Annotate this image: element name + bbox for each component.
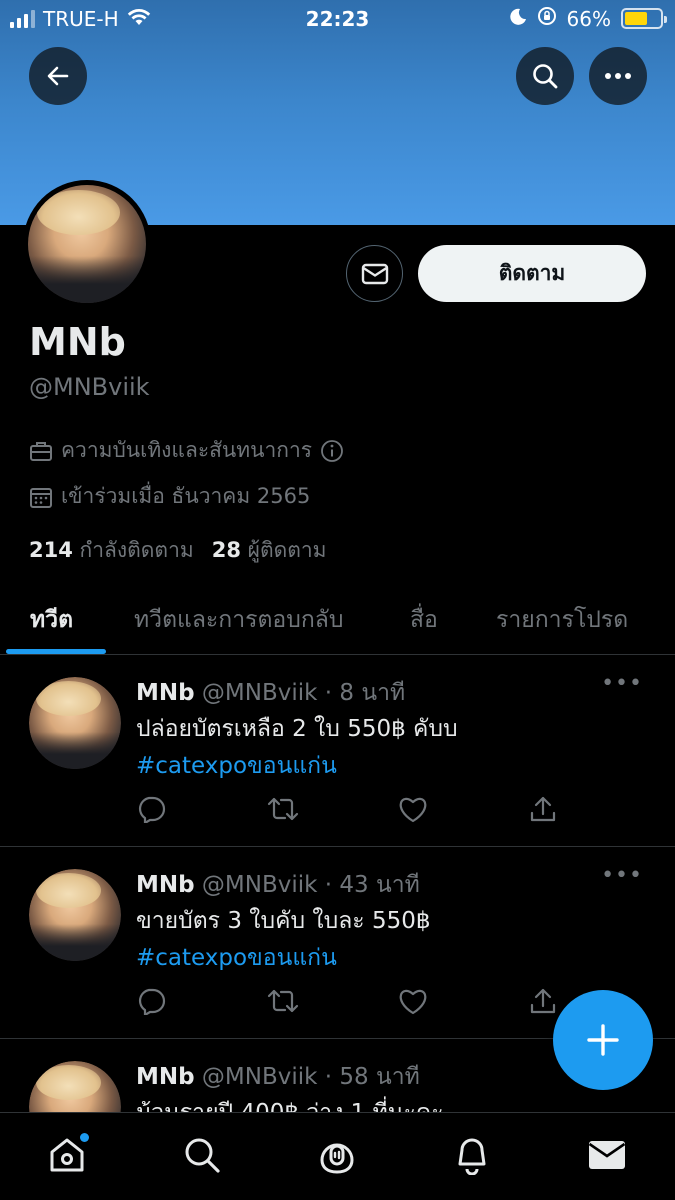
nav-home[interactable] xyxy=(45,1133,89,1177)
tweet-hashtag[interactable]: #catexpoขอนแก่น xyxy=(136,748,337,784)
tweet-more-button[interactable]: ••• xyxy=(601,863,643,888)
envelope-icon xyxy=(588,1141,626,1169)
heart-icon[interactable] xyxy=(398,795,428,823)
retweet-icon[interactable] xyxy=(267,987,299,1015)
tweet-avatar[interactable] xyxy=(29,677,121,769)
message-button[interactable] xyxy=(346,245,403,302)
search-icon xyxy=(533,64,558,89)
profile-avatar[interactable] xyxy=(23,180,151,308)
nav-messages[interactable] xyxy=(585,1133,629,1177)
followers-label: ผู้ติดตาม xyxy=(247,538,327,562)
avatar-image xyxy=(28,185,146,303)
share-icon[interactable] xyxy=(529,795,557,823)
heart-icon[interactable] xyxy=(398,987,428,1015)
nav-notifications[interactable] xyxy=(450,1133,494,1177)
nav-spaces[interactable] xyxy=(315,1133,359,1177)
arrow-left-icon xyxy=(47,66,69,86)
tab-tweets-and-replies[interactable]: ทวีตและการตอบกลับ xyxy=(134,602,343,638)
tweet-time: · 43 นาที xyxy=(324,872,420,898)
tweet-time: · 58 นาที xyxy=(324,1064,420,1090)
active-tab-indicator xyxy=(6,649,106,654)
tweet-text: ขายบัตร 3 ใบคับ ใบละ 550฿ xyxy=(136,908,431,934)
profile-handle: @MNBviik xyxy=(29,373,150,401)
calendar-icon xyxy=(30,487,52,508)
following-label: กำลังติดตาม xyxy=(79,538,194,562)
tweet-text: ปล่อยบัตรเหลือ 2 ใบ 550฿ คับบ xyxy=(136,716,458,742)
back-button[interactable] xyxy=(29,47,87,105)
follow-stats: 214 กำลังติดตาม 28 ผู้ติดตาม xyxy=(29,534,327,567)
profile-name: MNb xyxy=(29,320,126,364)
status-right: 66% xyxy=(509,6,667,31)
envelope-icon xyxy=(361,263,388,284)
tab-likes[interactable]: รายการโปรด xyxy=(496,602,628,638)
following-link[interactable]: 214 กำลังติดตาม xyxy=(29,534,194,567)
tab-tweets[interactable]: ทวีต xyxy=(30,602,73,638)
tweet-hashtag[interactable]: #catexpoขอนแก่น xyxy=(136,940,337,976)
plus-icon xyxy=(587,1024,619,1056)
tweet-header: MNb @MNBviik · 43 นาที xyxy=(136,867,420,903)
tweet-author-name[interactable]: MNb xyxy=(136,872,195,898)
tweet-actions xyxy=(136,987,566,1017)
follow-button[interactable]: ติดตาม xyxy=(418,245,646,302)
followers-link[interactable]: 28 ผู้ติดตาม xyxy=(212,534,327,567)
category-row: ความบันเทิงและสันทนาการ xyxy=(29,434,344,467)
avatar-image xyxy=(29,677,121,769)
briefcase-icon xyxy=(30,441,52,461)
moon-icon xyxy=(509,7,527,31)
joined-label: เข้าร่วมเมื่อ ธันวาคม 2565 xyxy=(61,484,311,508)
tweet-more-button[interactable]: ••• xyxy=(601,671,643,696)
tweet-avatar[interactable] xyxy=(29,869,121,961)
followers-count: 28 xyxy=(211,538,241,562)
battery-icon xyxy=(621,8,667,29)
reply-icon[interactable] xyxy=(136,795,166,823)
spaces-microphone-icon xyxy=(320,1143,354,1174)
tweet-author-name[interactable]: MNb xyxy=(136,1064,195,1090)
tweet-time: · 8 นาที xyxy=(324,680,406,706)
orientation-lock-icon xyxy=(537,6,557,31)
more-options-button[interactable] xyxy=(589,47,647,105)
tweet-actions xyxy=(136,795,566,825)
avatar-image xyxy=(29,869,121,961)
tweet[interactable]: MNb @MNBviik · 8 นาที ••• ปล่อยบัตรเหลือ… xyxy=(0,655,675,847)
status-bar: TRUE-H 22:23 66% xyxy=(0,0,675,38)
tweet-author-name[interactable]: MNb xyxy=(136,680,195,706)
more-horizontal-icon xyxy=(605,73,631,79)
bottom-navigation xyxy=(0,1112,675,1200)
bell-icon xyxy=(458,1138,486,1175)
retweet-icon[interactable] xyxy=(267,795,299,823)
nav-search[interactable] xyxy=(180,1133,224,1177)
share-icon[interactable] xyxy=(529,987,557,1015)
reply-icon[interactable] xyxy=(136,987,166,1015)
tweet-author-handle: @MNBviik xyxy=(201,1064,318,1090)
search-icon xyxy=(185,1138,220,1173)
tweet-author-handle: @MNBviik xyxy=(201,680,318,706)
notification-dot xyxy=(80,1133,89,1142)
tweet-author-handle: @MNBviik xyxy=(201,872,318,898)
profile-tabs: ทวีต ทวีตและการตอบกลับ สื่อ รายการโปรด xyxy=(0,588,675,655)
info-icon[interactable] xyxy=(320,439,344,463)
battery-percent: 66% xyxy=(566,6,611,31)
search-button[interactable] xyxy=(516,47,574,105)
following-count: 214 xyxy=(29,538,73,562)
category-label: ความบันเทิงและสันทนาการ xyxy=(61,438,313,462)
tab-media[interactable]: สื่อ xyxy=(410,602,438,638)
compose-tweet-button[interactable] xyxy=(553,990,653,1090)
tweet-header: MNb @MNBviik · 58 นาที xyxy=(136,1059,420,1095)
joined-row: เข้าร่วมเมื่อ ธันวาคม 2565 xyxy=(29,480,310,513)
tweet-header: MNb @MNBviik · 8 นาที xyxy=(136,675,405,711)
